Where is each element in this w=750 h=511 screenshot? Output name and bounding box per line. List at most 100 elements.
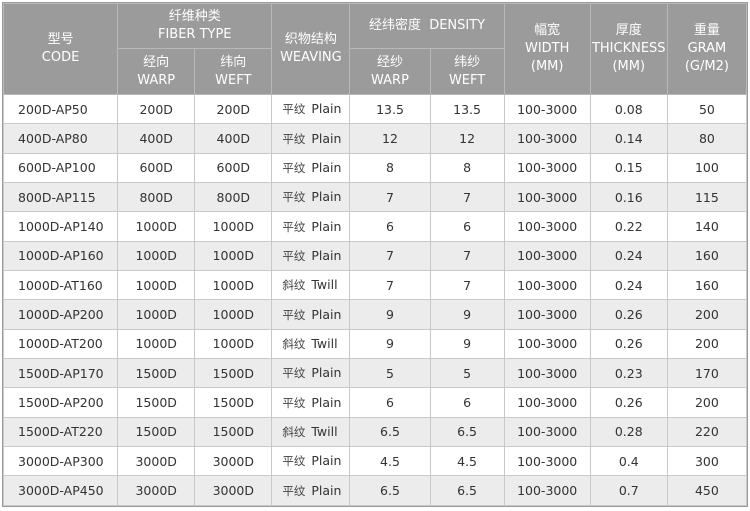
header-fiber-warp-en: WARP bbox=[137, 72, 176, 88]
cell-weaving: 平纹 Plain bbox=[271, 211, 351, 242]
table-row: 1000D-AP160 1000D 1000D 平纹 Plain 7 7 100-3000 0.… bbox=[2, 240, 748, 272]
cell-fiber-weft: 1500D bbox=[194, 416, 273, 448]
cell-fiber-warp: 1000D bbox=[117, 211, 196, 242]
table-row: 1000D-AT160 1000D 1000D 斜纹 Twill 7 7 100-3000 0.… bbox=[2, 270, 748, 301]
cell-density-weft: 6 bbox=[429, 211, 505, 242]
cell-code: 3000D-AP300 bbox=[2, 446, 119, 477]
table-row: 600D-AP100 600D 600D 平纹 Plain 8 8 100-3000 0.15 1… bbox=[2, 152, 748, 184]
header-width-en: WIDTH bbox=[524, 41, 570, 56]
header-gram-zh: 重量 bbox=[693, 23, 720, 38]
cell-density-weft: 6 bbox=[429, 387, 505, 418]
header-fiber-weft-en: WEFT bbox=[215, 72, 252, 88]
cell-density-warp: 6 bbox=[349, 387, 431, 418]
cell-density-weft: 9 bbox=[429, 328, 505, 360]
cell-fiber-warp: 1000D bbox=[117, 270, 196, 301]
cell-fiber-warp: 600D bbox=[117, 152, 196, 184]
table-row: 1500D-AP170 1500D 1500D 平纹 Plain 5 5 100-3000 0.… bbox=[2, 358, 748, 389]
cell-gram: 50 bbox=[666, 93, 748, 125]
cell-fiber-warp: 1500D bbox=[117, 387, 196, 418]
cell-density-warp: 7 bbox=[349, 270, 431, 301]
table-row: 400D-AP80 400D 400D 平纹 Plain 12 12 100-3000 0.14… bbox=[2, 123, 748, 154]
cell-fiber-warp: 800D bbox=[117, 182, 196, 213]
table-row: 3000D-AP300 3000D 3000D 平纹 Plain 4.5 4.5 100-30… bbox=[2, 446, 748, 477]
cell-width: 100-3000 bbox=[503, 446, 591, 477]
cell-code: 1000D-AP160 bbox=[2, 240, 119, 272]
cell-gram: 160 bbox=[666, 240, 748, 272]
cell-fiber-weft: 1000D bbox=[194, 299, 273, 330]
table-row: 3000D-AP450 3000D 3000D 平纹 Plain 6.5 6.5 100-30… bbox=[2, 475, 748, 506]
cell-fiber-warp: 3000D bbox=[117, 446, 196, 477]
cell-thickness: 0.24 bbox=[589, 240, 668, 272]
weaving-zh: 平纹 bbox=[282, 366, 306, 381]
cell-width: 100-3000 bbox=[503, 152, 591, 184]
cell-width: 100-3000 bbox=[503, 416, 591, 448]
cell-density-weft: 7 bbox=[429, 182, 505, 213]
cell-width: 100-3000 bbox=[503, 475, 591, 506]
cell-density-weft: 12 bbox=[429, 123, 505, 154]
header-fiber-warp-zh: 经向 bbox=[143, 54, 170, 70]
cell-weaving: 平纹 Plain bbox=[271, 123, 351, 154]
cell-weaving: 平纹 Plain bbox=[271, 240, 351, 272]
header-fiber-type-en: FIBER TYPE bbox=[157, 27, 232, 42]
cell-fiber-warp: 1000D bbox=[117, 328, 196, 360]
table-body: 200D-AP50 200D 200D 平纹 Plain 13.5 13.5 100-3000… bbox=[2, 93, 748, 506]
cell-code: 1500D-AP170 bbox=[2, 358, 119, 389]
header-gram-unit: (G/M2) bbox=[684, 59, 729, 74]
cell-density-warp: 6 bbox=[349, 211, 431, 242]
header-fiber-type-zh: 纤维种类 bbox=[168, 9, 221, 24]
cell-density-weft: 6.5 bbox=[429, 416, 505, 448]
cell-density-warp: 7 bbox=[349, 240, 431, 272]
cell-fiber-weft: 400D bbox=[194, 123, 273, 154]
cell-gram: 100 bbox=[666, 152, 748, 184]
spec-table-container: 型号 CODE 纤维种类 FIBER TYPE 织物结构 WEAVING 经纬密… bbox=[2, 2, 748, 507]
cell-density-warp: 12 bbox=[349, 123, 431, 154]
header-density-weft-en: WEFT bbox=[448, 72, 486, 88]
header-density-warp: 经纱 WARP bbox=[349, 48, 431, 95]
cell-gram: 115 bbox=[666, 182, 748, 213]
header-code-zh: 型号 bbox=[47, 32, 74, 47]
cell-thickness: 0.26 bbox=[589, 328, 668, 360]
cell-density-weft: 7 bbox=[429, 240, 505, 272]
cell-gram: 160 bbox=[666, 270, 748, 301]
cell-fiber-warp: 3000D bbox=[117, 475, 196, 506]
cell-width: 100-3000 bbox=[503, 182, 591, 213]
cell-thickness: 0.14 bbox=[589, 123, 668, 154]
cell-density-warp: 4.5 bbox=[349, 446, 431, 477]
cell-code: 1000D-AT160 bbox=[2, 270, 119, 301]
header-gram: 重量 GRAM (G/M2) bbox=[666, 3, 748, 95]
weaving-en: Plain bbox=[311, 482, 342, 498]
cell-gram: 80 bbox=[666, 123, 748, 154]
weaving-zh: 平纹 bbox=[282, 131, 306, 146]
header-thickness: 厚度 THICKNESS (MM) bbox=[589, 3, 668, 95]
weaving-en: Plain bbox=[311, 130, 342, 146]
weaving-en: Twill bbox=[311, 335, 338, 351]
cell-thickness: 0.24 bbox=[589, 270, 668, 301]
header-fiber-type: 纤维种类 FIBER TYPE bbox=[117, 3, 273, 49]
cell-code: 600D-AP100 bbox=[2, 152, 119, 184]
header-thickness-zh: 厚度 bbox=[615, 23, 642, 38]
header-code-en: CODE bbox=[41, 50, 80, 65]
weaving-zh: 平纹 bbox=[282, 102, 306, 117]
cell-width: 100-3000 bbox=[503, 211, 591, 242]
table-row: 1500D-AP200 1500D 1500D 平纹 Plain 6 6 100-3000 0.… bbox=[2, 387, 748, 418]
cell-gram: 450 bbox=[666, 475, 748, 506]
weaving-zh: 平纹 bbox=[282, 219, 306, 234]
table-row: 1000D-AT200 1000D 1000D 斜纹 Twill 9 9 100-3000 0.… bbox=[2, 328, 748, 360]
weaving-en: Plain bbox=[311, 101, 342, 117]
table-row: 800D-AP115 800D 800D 平纹 Plain 7 7 100-3000 0.16 1… bbox=[2, 182, 748, 213]
weaving-zh: 平纹 bbox=[282, 307, 306, 322]
weaving-en: Twill bbox=[311, 277, 338, 293]
cell-width: 100-3000 bbox=[503, 93, 591, 125]
cell-gram: 200 bbox=[666, 387, 748, 418]
weaving-zh: 斜纹 bbox=[282, 424, 306, 439]
weaving-en: Twill bbox=[311, 423, 338, 439]
header-width: 幅宽 WIDTH (MM) bbox=[503, 3, 591, 95]
cell-gram: 300 bbox=[666, 446, 748, 477]
cell-weaving: 平纹 Plain bbox=[271, 475, 351, 506]
header-thickness-unit: (MM) bbox=[612, 59, 646, 74]
cell-width: 100-3000 bbox=[503, 123, 591, 154]
cell-thickness: 0.26 bbox=[589, 299, 668, 330]
weaving-zh: 斜纹 bbox=[282, 278, 306, 293]
cell-code: 1000D-AT200 bbox=[2, 328, 119, 360]
header-gram-en: GRAM bbox=[687, 41, 727, 56]
